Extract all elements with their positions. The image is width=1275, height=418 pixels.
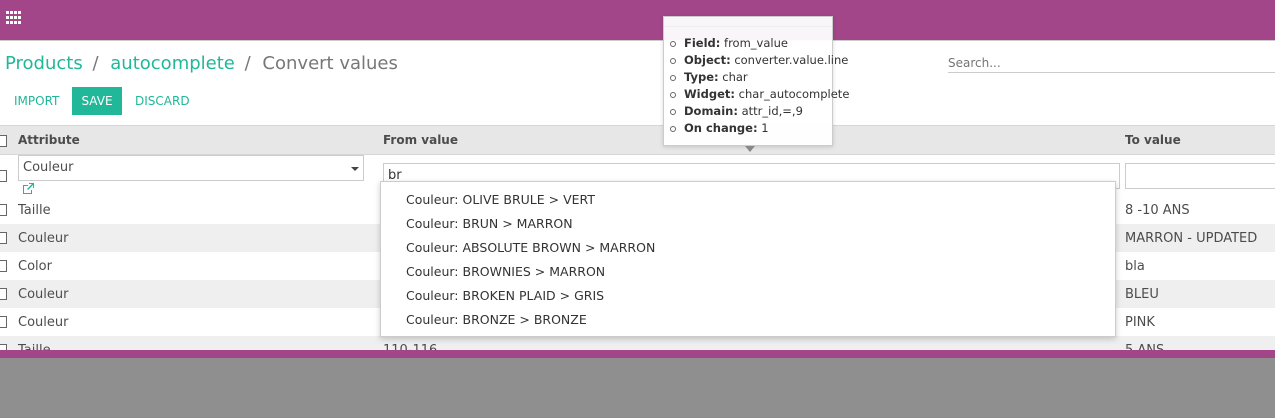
row-checkbox[interactable] bbox=[0, 260, 7, 272]
apps-grid-icon[interactable] bbox=[6, 11, 22, 25]
breadcrumb: Products / autocomplete / Convert values bbox=[5, 53, 398, 74]
field-tooltip: Field: from_value Object: converter.valu… bbox=[663, 16, 849, 152]
autocomplete-option[interactable]: Couleur: BRUN > MARRON bbox=[381, 212, 1115, 236]
table-header: Attribute From value To value bbox=[0, 125, 1275, 155]
bullet-icon bbox=[670, 91, 676, 98]
tooltip-arrow-icon bbox=[745, 146, 755, 152]
caret-down-icon bbox=[351, 167, 359, 171]
cell-attribute: Taille bbox=[13, 336, 379, 350]
attribute-select-value: Couleur bbox=[23, 160, 74, 175]
cell-from-value: 110-116 bbox=[379, 336, 1120, 350]
row-checkbox[interactable] bbox=[0, 288, 7, 300]
header-to-value[interactable]: To value bbox=[1120, 125, 1275, 155]
header-attribute[interactable]: Attribute bbox=[13, 125, 379, 155]
cell-to-value: PINK bbox=[1125, 314, 1155, 330]
attribute-select[interactable]: Couleur bbox=[18, 155, 364, 181]
cell-attribute: Couleur bbox=[18, 314, 69, 330]
breadcrumb-autocomplete[interactable]: autocomplete bbox=[110, 53, 235, 74]
tooltip-onchange: On change: 1 bbox=[670, 120, 832, 137]
cell-attribute: Couleur bbox=[13, 224, 379, 252]
cell-to-value: bla bbox=[1125, 258, 1145, 274]
cell-to-value: 8 -10 ANS bbox=[1125, 202, 1190, 218]
tooltip-type: Type: char bbox=[670, 69, 832, 86]
cell-attribute: Taille bbox=[18, 202, 51, 218]
cell-to-value: BLEU bbox=[1120, 280, 1275, 308]
save-button[interactable]: SAVE bbox=[72, 87, 122, 115]
top-navbar bbox=[0, 0, 1275, 40]
import-button[interactable]: IMPORT bbox=[14, 87, 59, 115]
breadcrumb-separator: / bbox=[244, 53, 251, 74]
bullet-icon bbox=[670, 57, 676, 64]
autocomplete-option[interactable]: Couleur: BROKEN PLAID > GRIS bbox=[381, 284, 1115, 308]
breadcrumb-products[interactable]: Products bbox=[5, 53, 83, 74]
bullet-icon bbox=[670, 40, 676, 47]
cell-attribute: Couleur bbox=[13, 280, 379, 308]
bullet-icon bbox=[670, 74, 676, 81]
autocomplete-option[interactable]: Couleur: OLIVE BRULE > VERT bbox=[381, 188, 1115, 212]
autocomplete-option[interactable]: Couleur: ABSOLUTE BROWN > MARRON bbox=[381, 236, 1115, 260]
autocomplete-dropdown: Couleur: OLIVE BRULE > VERT Couleur: BRU… bbox=[380, 181, 1116, 337]
search-input[interactable] bbox=[948, 53, 1275, 73]
cell-attribute: Color bbox=[18, 258, 52, 274]
tooltip-field: Field: from_value bbox=[670, 35, 832, 52]
bottom-bar bbox=[0, 350, 1275, 358]
tooltip-domain: Domain: attr_id,=,9 bbox=[670, 103, 832, 120]
bullet-icon bbox=[670, 125, 676, 132]
bullet-icon bbox=[670, 108, 676, 115]
row-checkbox[interactable] bbox=[0, 204, 7, 216]
autocomplete-option[interactable]: Couleur: BROWNIES > MARRON bbox=[381, 260, 1115, 284]
discard-button[interactable]: DISCARD bbox=[135, 87, 190, 115]
select-all-checkbox[interactable] bbox=[0, 134, 7, 147]
external-link-icon[interactable] bbox=[21, 182, 35, 196]
tooltip-widget: Widget: char_autocomplete bbox=[670, 86, 849, 103]
row-checkbox[interactable] bbox=[0, 169, 7, 182]
table-row[interactable]: Taille 110-116 5 ANS bbox=[0, 336, 1275, 350]
row-checkbox[interactable] bbox=[0, 316, 7, 328]
to-value-input[interactable] bbox=[1125, 162, 1275, 189]
autocomplete-option[interactable]: Couleur: BRONZE > BRONZE bbox=[381, 308, 1115, 332]
breadcrumb-separator: / bbox=[92, 53, 99, 74]
breadcrumb-current: Convert values bbox=[262, 53, 398, 74]
tooltip-object: Object: converter.value.line bbox=[670, 52, 848, 69]
row-checkbox[interactable] bbox=[0, 232, 7, 244]
cell-to-value: MARRON - UPDATED bbox=[1120, 224, 1275, 252]
cell-to-value: 5 ANS bbox=[1120, 336, 1275, 350]
